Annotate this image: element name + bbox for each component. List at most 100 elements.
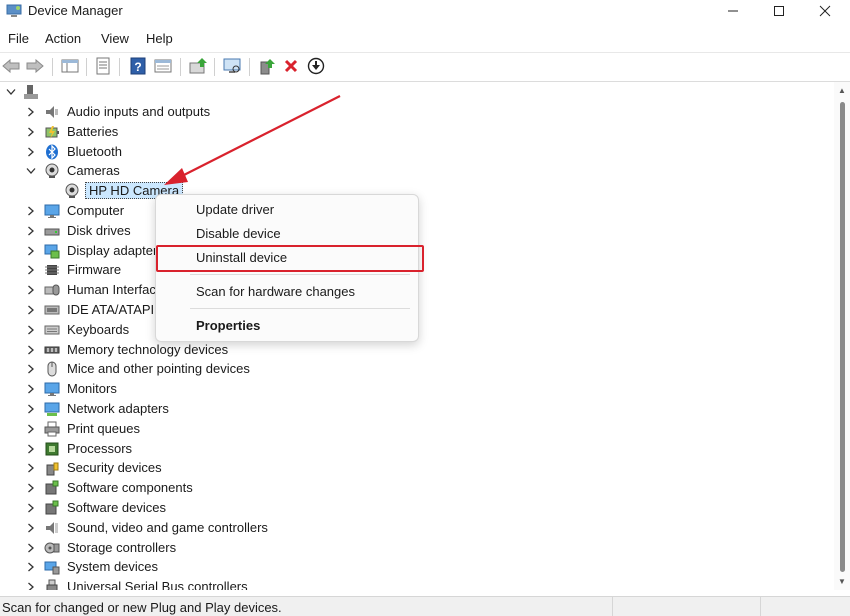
tree-item-label: Security devices [67,460,162,476]
storage-controller-icon [44,540,60,556]
tree-item-label: Memory technology devices [67,341,229,357]
show-hide-console-tree-icon [61,58,79,77]
chevron-right-icon[interactable] [25,403,37,415]
keyboard-icon [44,322,60,338]
close-icon [819,5,831,17]
chevron-right-icon[interactable] [25,383,37,395]
menu-help[interactable]: Help [143,30,176,47]
properties-icon [95,57,111,78]
tree-category-item[interactable]: Batteries [0,122,834,142]
tree-item-label: Mice and other pointing devices [67,361,250,377]
disk-drive-icon [44,223,60,239]
tree-category-item[interactable]: Software components [0,478,834,498]
chevron-right-icon[interactable] [25,423,37,435]
menu-disable-device[interactable]: Disable device [156,222,418,246]
scan-hardware-button[interactable] [221,56,243,78]
tree-category-item[interactable]: Security devices [0,458,834,478]
toolbar-separator [214,58,215,76]
tree-category-item[interactable]: Cameras [0,161,834,181]
tree-category-item[interactable]: Mice and other pointing devices [0,359,834,379]
hid-icon [44,282,60,298]
uninstall-device-button[interactable] [280,56,302,78]
enable-device-button[interactable] [256,56,278,78]
menu-update-driver[interactable]: Update driver [156,198,418,222]
chevron-down-icon[interactable] [5,86,17,98]
usb-icon [44,579,60,590]
tree-item-label: Keyboards [67,321,130,337]
tree-category-item[interactable]: Software devices [0,498,834,518]
chevron-right-icon[interactable] [25,106,37,118]
scroll-up-icon[interactable]: ▲ [838,86,846,95]
chevron-right-icon[interactable] [25,443,37,455]
tree-root[interactable] [0,82,834,102]
help-button[interactable]: ? [127,56,149,78]
maximize-button[interactable] [756,0,802,22]
menu-properties[interactable]: Properties [156,314,418,338]
tree-item-label: Bluetooth [67,143,122,159]
menu-uninstall-device[interactable]: Uninstall device [156,246,418,270]
tree-category-item[interactable]: Bluetooth [0,142,834,162]
status-bar: Scan for changed or new Plug and Play de… [0,596,850,616]
tree-category-item[interactable]: Print queues [0,419,834,439]
update-driver-button[interactable] [187,56,209,78]
menu-scan-hardware-changes[interactable]: Scan for hardware changes [156,280,418,304]
back-icon [2,58,20,76]
tree-category-item[interactable]: Network adapters [0,399,834,419]
chevron-right-icon[interactable] [25,264,37,276]
system-device-icon [44,559,60,575]
minimize-button[interactable] [710,0,756,22]
chevron-right-icon[interactable] [25,581,37,590]
chevron-right-icon[interactable] [25,482,37,494]
chevron-right-icon[interactable] [25,205,37,217]
console-tree-button[interactable] [59,56,81,78]
window-title: Device Manager [28,3,123,18]
maximize-icon [773,5,785,17]
scan-hardware-icon [222,57,242,78]
display-adapter-icon [44,243,60,259]
chevron-right-icon[interactable] [25,522,37,534]
tree-category-item[interactable]: Memory technology devices [0,340,834,360]
chevron-right-icon[interactable] [25,304,37,316]
chevron-right-icon[interactable] [25,284,37,296]
vertical-scrollbar[interactable]: ▲ ▼ [834,82,850,590]
software-device-icon [44,500,60,516]
chevron-down-icon[interactable] [25,165,37,177]
chevron-right-icon[interactable] [25,245,37,257]
close-button[interactable] [802,0,848,22]
context-menu: Update driver Disable device Uninstall d… [155,194,419,342]
chevron-right-icon[interactable] [25,146,37,158]
tree-category-item[interactable]: Audio inputs and outputs [0,102,834,122]
view-button[interactable] [152,56,174,78]
disable-device-button[interactable] [305,56,327,78]
menu-action[interactable]: Action [42,30,84,47]
properties-button[interactable] [92,56,114,78]
chevron-right-icon[interactable] [25,225,37,237]
tree-category-item[interactable]: Universal Serial Bus controllers [0,577,834,590]
tree-category-item[interactable]: Processors [0,439,834,459]
chevron-right-icon[interactable] [25,363,37,375]
chevron-right-icon[interactable] [25,126,37,138]
chevron-right-icon[interactable] [25,462,37,474]
tree-category-item[interactable]: Sound, video and game controllers [0,518,834,538]
tree-category-item[interactable]: Storage controllers [0,538,834,558]
menu-file[interactable]: File [5,30,32,47]
chevron-right-icon[interactable] [25,502,37,514]
menu-view[interactable]: View [98,30,132,47]
chevron-right-icon[interactable] [25,542,37,554]
back-button[interactable] [0,56,22,78]
tree-item-label: Batteries [67,123,119,139]
tree-item-label: Storage controllers [67,539,177,555]
tree-item-label: Print queues [67,420,140,436]
tree-category-item[interactable]: System devices [0,557,834,577]
forward-button[interactable] [24,56,46,78]
status-cell [760,597,761,616]
scroll-down-icon[interactable]: ▼ [838,577,846,586]
chevron-right-icon[interactable] [25,561,37,573]
chevron-right-icon[interactable] [25,324,37,336]
toolbar-separator [119,58,120,76]
enable-device-icon [258,57,276,78]
tree-category-item[interactable]: Monitors [0,379,834,399]
chevron-right-icon[interactable] [25,344,37,356]
forward-icon [26,58,44,76]
scrollbar-thumb[interactable] [840,102,845,572]
